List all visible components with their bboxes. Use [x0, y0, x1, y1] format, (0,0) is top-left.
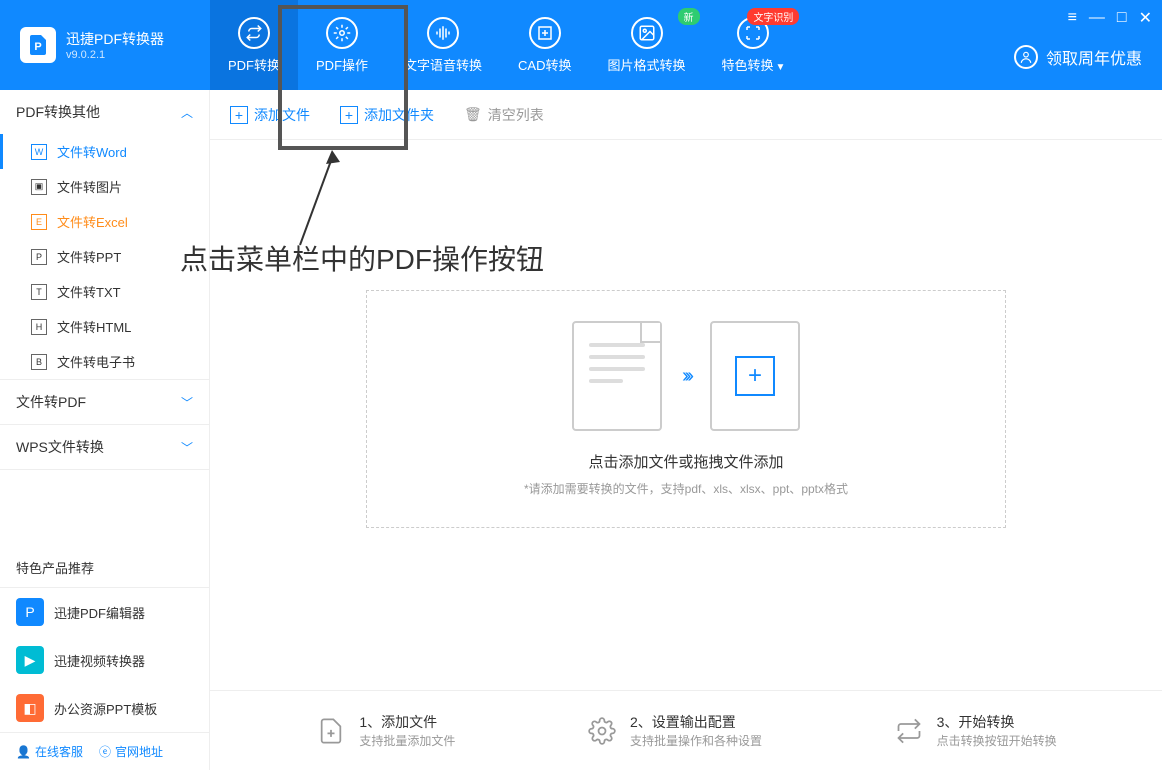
sidebar-item-ppt[interactable]: P文件转PPT: [0, 239, 209, 274]
sidebar-item-word[interactable]: W文件转Word: [0, 134, 209, 169]
add-folder-button[interactable]: +添加文件夹: [340, 105, 434, 125]
add-file-button[interactable]: +添加文件: [230, 105, 310, 125]
promo-ppt-template[interactable]: ◧办公资源PPT模板: [0, 684, 209, 732]
app-title: 迅捷PDF转换器: [66, 29, 164, 49]
sidebar: PDF转换其他 ︿ W文件转Word ▣文件转图片 E文件转Excel P文件转…: [0, 90, 210, 770]
group-header[interactable]: WPS文件转换 ﹀: [0, 425, 209, 469]
excel-icon: E: [31, 214, 47, 230]
add-file-step-icon: [315, 715, 347, 747]
plus-icon: +: [735, 356, 775, 396]
ocr-badge: 文字识别: [747, 8, 799, 25]
clear-list-button[interactable]: 🗑清空列表: [464, 105, 544, 125]
add-file-icon: +: [710, 321, 800, 431]
dropzone[interactable]: ››› + 点击添加文件或拖拽文件添加 *请添加需要转换的文件，支持pdf、xl…: [366, 290, 1006, 528]
plus-icon: +: [230, 106, 248, 124]
dropzone-title: 点击添加文件或拖拽文件添加: [397, 451, 975, 472]
trash-icon: 🗑: [464, 106, 482, 123]
chevron-down-icon: ﹀: [181, 394, 193, 411]
nav-label: CAD转换: [518, 55, 571, 74]
promo-pdf-editor[interactable]: P迅捷PDF编辑器: [0, 588, 209, 636]
globe-icon: ⓔ: [99, 743, 111, 760]
website-link[interactable]: ⓔ官网地址: [99, 743, 163, 760]
nav-tab-tts[interactable]: 文字语音转换: [386, 0, 500, 90]
chat-icon: 👤: [16, 745, 31, 759]
app-logo-icon: P: [20, 27, 56, 63]
step-2: 2、设置输出配置支持批量操作和各种设置: [586, 712, 762, 749]
online-service-link[interactable]: 👤在线客服: [16, 743, 83, 760]
new-badge: 新: [678, 8, 700, 25]
nav-tab-cad[interactable]: CAD转换: [500, 0, 589, 90]
nav-label: 特色转换▼: [722, 55, 786, 74]
txt-icon: T: [31, 284, 47, 300]
ebook-icon: B: [31, 354, 47, 370]
sidebar-item-txt[interactable]: T文件转TXT: [0, 274, 209, 309]
side-group-to-pdf: 文件转PDF ﹀: [0, 380, 209, 425]
window-controls: ≡ — □ ✕: [1068, 8, 1152, 28]
word-icon: W: [31, 144, 47, 160]
convert-step-icon: [893, 715, 925, 747]
step-1: 1、添加文件支持批量添加文件: [315, 712, 455, 749]
sidebar-item-html[interactable]: H文件转HTML: [0, 309, 209, 344]
toolbar: +添加文件 +添加文件夹 🗑清空列表: [210, 90, 1162, 140]
side-group-pdf-to-other: PDF转换其他 ︿ W文件转Word ▣文件转图片 E文件转Excel P文件转…: [0, 90, 209, 380]
nav-tab-pdf-operate[interactable]: PDF操作: [298, 0, 386, 90]
steps-bar: 1、添加文件支持批量添加文件 2、设置输出配置支持批量操作和各种设置 3、开始转…: [210, 690, 1162, 770]
convert-icon: [238, 17, 270, 49]
audio-icon: [427, 17, 459, 49]
image-icon: [631, 17, 663, 49]
minimize-button[interactable]: —: [1089, 9, 1105, 27]
nav-tab-special[interactable]: 文字识别 特色转换▼: [704, 0, 804, 90]
maximize-button[interactable]: □: [1117, 9, 1127, 27]
nav-label: 图片格式转换: [608, 55, 686, 74]
pdf-editor-icon: P: [16, 598, 44, 626]
close-button[interactable]: ✕: [1139, 8, 1152, 28]
chevron-down-icon: ▼: [776, 62, 786, 73]
folder-plus-icon: +: [340, 106, 358, 124]
chevron-up-icon: ︿: [181, 104, 193, 121]
nav-tabs: PDF转换 PDF操作 文字语音转换 CAD转换 新 图片格式转换 文字识别 特…: [210, 0, 803, 90]
side-group-wps: WPS文件转换 ﹀: [0, 425, 209, 470]
group-header[interactable]: 文件转PDF ﹀: [0, 380, 209, 424]
promo-text: 领取周年优惠: [1046, 45, 1142, 69]
nav-label: 文字语音转换: [404, 55, 482, 74]
main-content: +添加文件 +添加文件夹 🗑清空列表 ››› + 点击添加文件或拖拽文件添加 *…: [210, 90, 1162, 770]
html-icon: H: [31, 319, 47, 335]
menu-icon[interactable]: ≡: [1068, 9, 1077, 27]
ppt-template-icon: ◧: [16, 694, 44, 722]
sidebar-footer: 👤在线客服 ⓔ官网地址: [0, 732, 209, 770]
image-icon: ▣: [31, 179, 47, 195]
video-icon: ▶: [16, 646, 44, 674]
cad-icon: [529, 17, 561, 49]
svg-text:P: P: [34, 41, 41, 53]
header: P 迅捷PDF转换器 v9.0.2.1 PDF转换 PDF操作 文字语音转换 C…: [0, 0, 1162, 90]
arrows-icon: ›››: [682, 365, 690, 388]
promo-section-title: 特色产品推荐: [0, 548, 209, 588]
nav-label: PDF转换: [228, 55, 280, 74]
nav-label: PDF操作: [316, 55, 368, 74]
chevron-down-icon: ﹀: [181, 439, 193, 456]
settings-step-icon: [586, 715, 618, 747]
dropzone-illustration: ››› +: [397, 321, 975, 431]
sidebar-item-excel[interactable]: E文件转Excel: [0, 204, 209, 239]
file-icon: [572, 321, 662, 431]
app-version: v9.0.2.1: [66, 49, 164, 61]
group-header[interactable]: PDF转换其他 ︿: [0, 90, 209, 134]
gear-icon: [326, 17, 358, 49]
promo-video-converter[interactable]: ▶迅捷视频转换器: [0, 636, 209, 684]
promo-link[interactable]: 领取周年优惠: [1014, 45, 1142, 69]
nav-tab-pdf-convert[interactable]: PDF转换: [210, 0, 298, 90]
user-icon: [1014, 45, 1038, 69]
nav-tab-image[interactable]: 新 图片格式转换: [590, 0, 704, 90]
logo-area: P 迅捷PDF转换器 v9.0.2.1: [0, 27, 210, 63]
step-3: 3、开始转换点击转换按钮开始转换: [893, 712, 1057, 749]
ppt-icon: P: [31, 249, 47, 265]
sidebar-item-image[interactable]: ▣文件转图片: [0, 169, 209, 204]
sidebar-item-ebook[interactable]: B文件转电子书: [0, 344, 209, 379]
dropzone-hint: *请添加需要转换的文件，支持pdf、xls、xlsx、ppt、pptx格式: [397, 480, 975, 497]
